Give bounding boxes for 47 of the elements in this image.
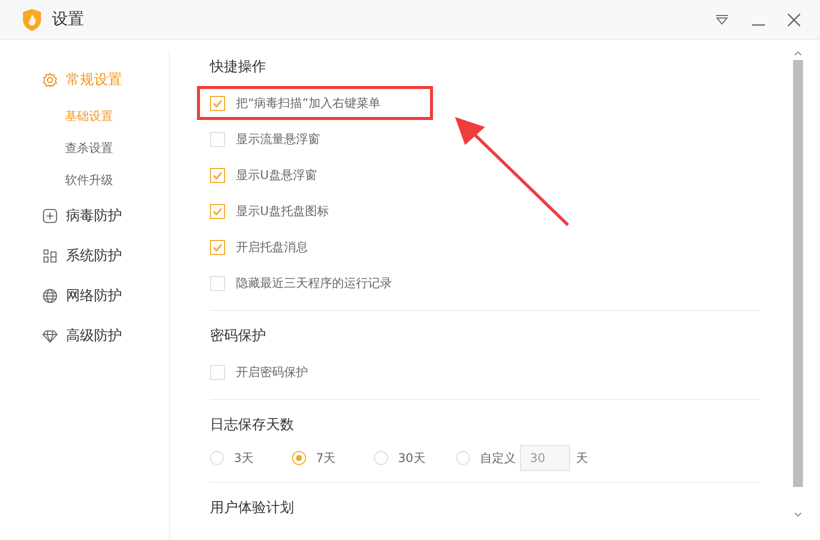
section-heading: 密码保护 <box>210 327 267 346</box>
globe-icon <box>42 288 58 304</box>
section-heading: 快捷操作 <box>210 58 267 77</box>
check-icon <box>212 98 223 108</box>
blocks-icon <box>42 248 58 264</box>
nav-subitem[interactable]: 软件升级 <box>0 164 169 196</box>
radio-button[interactable] <box>456 451 470 465</box>
nav-item[interactable]: 病毒防护 <box>0 196 169 236</box>
radio-label: 自定义 <box>480 450 516 466</box>
diamond-icon <box>42 328 58 344</box>
checkbox[interactable] <box>210 168 225 182</box>
checkbox[interactable] <box>210 276 225 290</box>
checkbox[interactable] <box>210 240 225 254</box>
radio-button[interactable] <box>210 451 224 465</box>
radio-label: 7天 <box>316 450 336 466</box>
window-title: 设置 <box>52 9 84 30</box>
checkbox[interactable] <box>210 364 225 380</box>
nav-item[interactable]: 网络防护 <box>0 276 169 316</box>
check-icon <box>212 206 223 216</box>
check-icon <box>212 170 223 180</box>
radio-button[interactable] <box>292 451 306 465</box>
checkbox-label: 显示U盘悬浮窗 <box>236 166 317 184</box>
checkbox[interactable] <box>210 96 225 110</box>
shield-logo-icon <box>22 8 42 30</box>
nav-item[interactable]: 高级防护 <box>0 316 169 356</box>
checkbox-label: 开启密码保护 <box>236 364 308 380</box>
section-heading: 用户体验计划 <box>210 499 295 518</box>
radio-label: 30天 <box>398 450 426 466</box>
checkbox-label: 显示流量悬浮窗 <box>236 130 320 148</box>
checkbox[interactable] <box>210 204 225 218</box>
plus-icon <box>42 208 58 224</box>
gear-icon <box>42 72 58 88</box>
close-icon <box>787 12 801 26</box>
radio-label: 3天 <box>234 450 254 466</box>
radio-button[interactable] <box>374 451 388 465</box>
minimize-icon <box>752 24 764 26</box>
checkbox-label: 把“病毒扫描”加入右键菜单 <box>236 94 380 112</box>
nav-item[interactable]: 系统防护 <box>0 236 169 276</box>
unit-label: 天 <box>576 450 588 466</box>
triangle-menu-icon <box>715 14 729 26</box>
checkbox-label: 显示U盘托盘图标 <box>236 202 329 220</box>
checkbox-label: 隐藏最近三天程序的运行记录 <box>236 274 392 292</box>
nav-subitem[interactable]: 查杀设置 <box>0 132 169 164</box>
check-icon <box>212 242 223 252</box>
checkbox-label: 开启托盘消息 <box>236 238 308 256</box>
section-heading: 日志保存天数 <box>210 416 295 435</box>
checkbox[interactable] <box>210 132 225 146</box>
